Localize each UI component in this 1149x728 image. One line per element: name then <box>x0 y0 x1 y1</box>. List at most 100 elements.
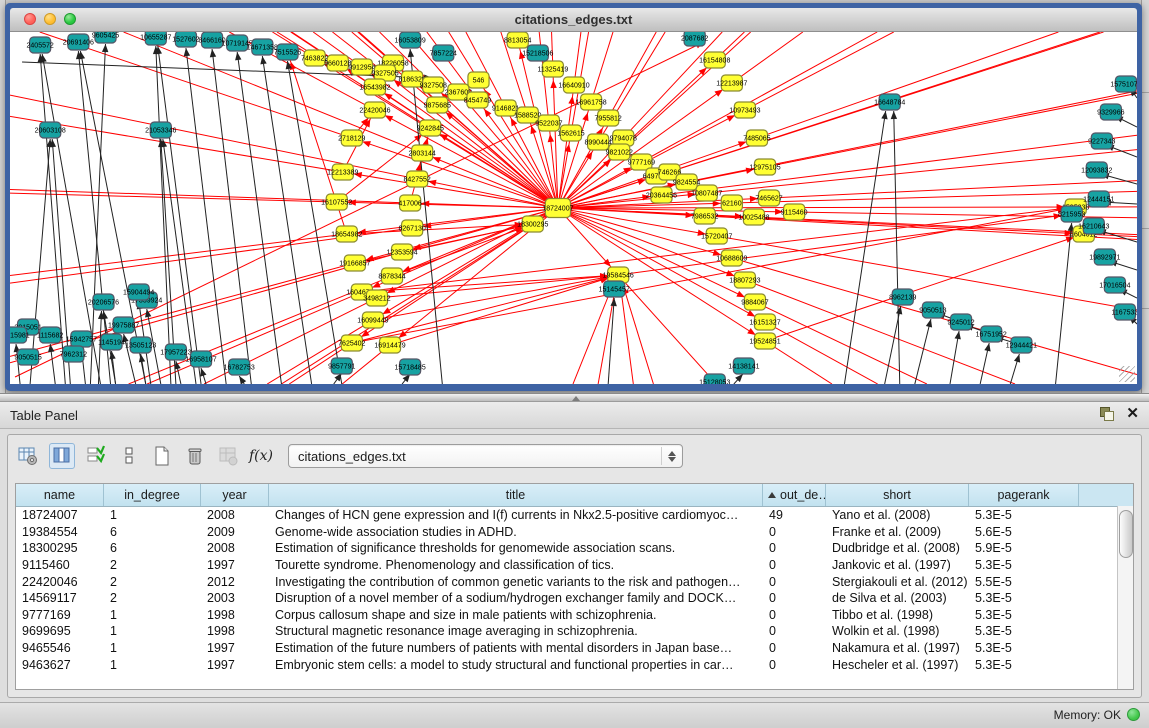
graph-node[interactable]: 3915981 <box>10 327 30 343</box>
graph-node[interactable]: 1562615 <box>557 125 584 141</box>
show-columns-icon[interactable] <box>49 443 75 469</box>
graph-node[interactable]: 11325419 <box>538 61 569 77</box>
panel-split-divider[interactable] <box>0 393 1149 402</box>
column-settings-icon[interactable] <box>16 444 40 468</box>
graph-node[interactable]: 12944421 <box>1006 337 1037 353</box>
graph-node[interactable]: 16099449 <box>357 312 388 328</box>
graph-node[interactable]: 13505123 <box>125 337 156 353</box>
graph-node[interactable]: 2087682 <box>681 32 708 46</box>
graph-node[interactable]: 15718485 <box>395 359 426 375</box>
graph-node[interactable]: 9875685 <box>424 97 451 113</box>
graph-node[interactable]: 15128053 <box>699 374 730 384</box>
graph-node[interactable]: 12975105 <box>749 159 780 175</box>
graph-node[interactable]: 9522037 <box>535 115 562 131</box>
graph-node[interactable]: 3498212 <box>363 290 390 306</box>
graph-node[interactable]: 546 <box>468 72 489 88</box>
graph-node[interactable]: 2405572 <box>26 37 53 53</box>
graph-node[interactable]: 1527602 <box>172 32 199 47</box>
graph-node[interactable]: 9605425 <box>92 32 119 43</box>
graph-node[interactable]: 20691406 <box>63 34 94 50</box>
graph-node[interactable]: 19975887 <box>108 317 139 333</box>
column-header-short[interactable]: short <box>826 484 969 506</box>
table-row[interactable]: 946362711997Embryonic stem cells: a mode… <box>16 656 1133 673</box>
graph-node[interactable]: 14138141 <box>728 358 759 374</box>
graph-node[interactable]: 2803144 <box>409 145 436 161</box>
close-panel-icon[interactable]: ✕ <box>1126 407 1139 421</box>
graph-node[interactable]: 9329966 <box>1097 104 1124 120</box>
float-panel-icon[interactable] <box>1100 407 1114 421</box>
graph-node[interactable]: 16107552 <box>321 194 352 210</box>
table-row[interactable]: 2242004622012Investigating the contribut… <box>16 573 1133 590</box>
graph-node[interactable]: 1145194 <box>98 334 125 350</box>
graph-node[interactable]: 7986532 <box>691 208 718 224</box>
graph-node[interactable]: 9245012 <box>947 314 974 330</box>
graph-node[interactable]: 16053809 <box>395 32 426 48</box>
row-height-icon[interactable] <box>117 444 141 468</box>
graph-node[interactable]: 15751074 <box>1110 76 1137 92</box>
graph-node[interactable]: 8454749 <box>464 92 491 108</box>
graph-node[interactable]: 12353594 <box>386 244 417 260</box>
graph-node[interactable]: 15720407 <box>701 228 732 244</box>
column-header-year[interactable]: year <box>201 484 269 506</box>
graph-node[interactable]: 417006 <box>398 195 422 211</box>
graph-node[interactable]: 18807293 <box>729 272 760 288</box>
graph-node[interactable]: 16914479 <box>374 337 405 353</box>
column-header-out-degree[interactable]: out_de… <box>763 484 826 506</box>
graph-node[interactable]: 9050513 <box>919 302 946 318</box>
graph-node[interactable]: 8990444 <box>584 134 611 150</box>
column-header-title[interactable]: title <box>269 484 763 506</box>
graph-node[interactable]: 1115682 <box>37 327 63 343</box>
graph-node[interactable]: 9242845 <box>417 120 444 136</box>
column-header-pagerank[interactable]: pagerank <box>969 484 1079 506</box>
graph-node[interactable]: 16640910 <box>558 77 589 93</box>
table-row[interactable]: 946554611997Estimation of the future num… <box>16 640 1133 657</box>
graph-node[interactable]: 8878344 <box>378 268 405 284</box>
graph-node[interactable]: 7955812 <box>595 110 622 126</box>
graph-node[interactable]: 9115460 <box>781 204 808 220</box>
column-header-name[interactable]: name <box>16 484 104 506</box>
table-row[interactable]: 969969511998Structural magnetic resonanc… <box>16 623 1133 640</box>
graph-node[interactable]: 18724007 <box>542 199 573 218</box>
graph-node[interactable]: 7485065 <box>743 130 770 146</box>
graph-node[interactable]: 7625402 <box>338 335 365 351</box>
graph-node[interactable]: 10655287 <box>140 32 171 45</box>
table-row[interactable]: 911546021997Tourette syndrome. Phenomeno… <box>16 557 1133 574</box>
graph-node[interactable]: 8215953 <box>1058 206 1085 222</box>
window-titlebar[interactable]: citations_edges.txt <box>10 8 1137 32</box>
graph-node[interactable]: 8267130 <box>398 220 425 236</box>
graph-node[interactable]: 1167533 <box>1112 304 1137 320</box>
graph-node[interactable]: 8813054 <box>504 32 531 48</box>
graph-node[interactable]: 7857224 <box>430 45 457 61</box>
graph-node[interactable]: 20206576 <box>88 294 119 310</box>
graph-node[interactable]: 7465627 <box>755 190 782 206</box>
network-canvas[interactable]: 1872400774638229660128991295418226058932… <box>10 32 1137 384</box>
graph-node[interactable]: 2718129 <box>338 130 365 146</box>
graph-node[interactable]: 9821022 <box>606 144 633 160</box>
new-table-icon[interactable] <box>150 444 174 468</box>
graph-node[interactable]: 9327508 <box>420 77 447 93</box>
window-resize-grip[interactable] <box>1119 366 1135 382</box>
table-row[interactable]: 1456911722003Disruption of a novel membe… <box>16 590 1133 607</box>
graph-node[interactable]: 7962312 <box>60 346 87 362</box>
function-builder-icon[interactable]: f(x) <box>249 444 273 468</box>
graph-node[interactable]: 9857791 <box>328 358 355 374</box>
graph-node[interactable]: 12213987 <box>716 75 747 91</box>
table-row[interactable]: 1938455462009Genome-wide association stu… <box>16 524 1133 541</box>
graph-node[interactable]: 18654982 <box>331 226 362 242</box>
graph-node[interactable]: 9227343 <box>1088 133 1115 149</box>
delete-rows-trash-icon[interactable] <box>183 444 207 468</box>
table-row[interactable]: 1830029562008Estimation of significance … <box>16 540 1133 557</box>
graph-node[interactable]: 16961758 <box>575 94 606 110</box>
table-row[interactable]: 977716911998Corpus callosum shape and si… <box>16 607 1133 624</box>
table-vertical-scrollbar[interactable] <box>1117 506 1133 689</box>
table-selector-dropdown[interactable]: citations_edges.txt <box>288 444 683 468</box>
graph-node[interactable]: 7515526 <box>274 44 301 60</box>
scrollbar-thumb[interactable] <box>1119 510 1133 558</box>
graph-node[interactable]: 62160 <box>721 195 742 211</box>
graph-node[interactable]: 8962139 <box>889 289 916 305</box>
graph-node[interactable]: 9884067 <box>741 294 768 310</box>
graph-node[interactable]: 9050515 <box>14 349 41 365</box>
graph-node[interactable]: 10688609 <box>716 250 747 266</box>
graph-node[interactable]: 8427552 <box>403 171 430 187</box>
select-columns-icon[interactable] <box>84 444 108 468</box>
